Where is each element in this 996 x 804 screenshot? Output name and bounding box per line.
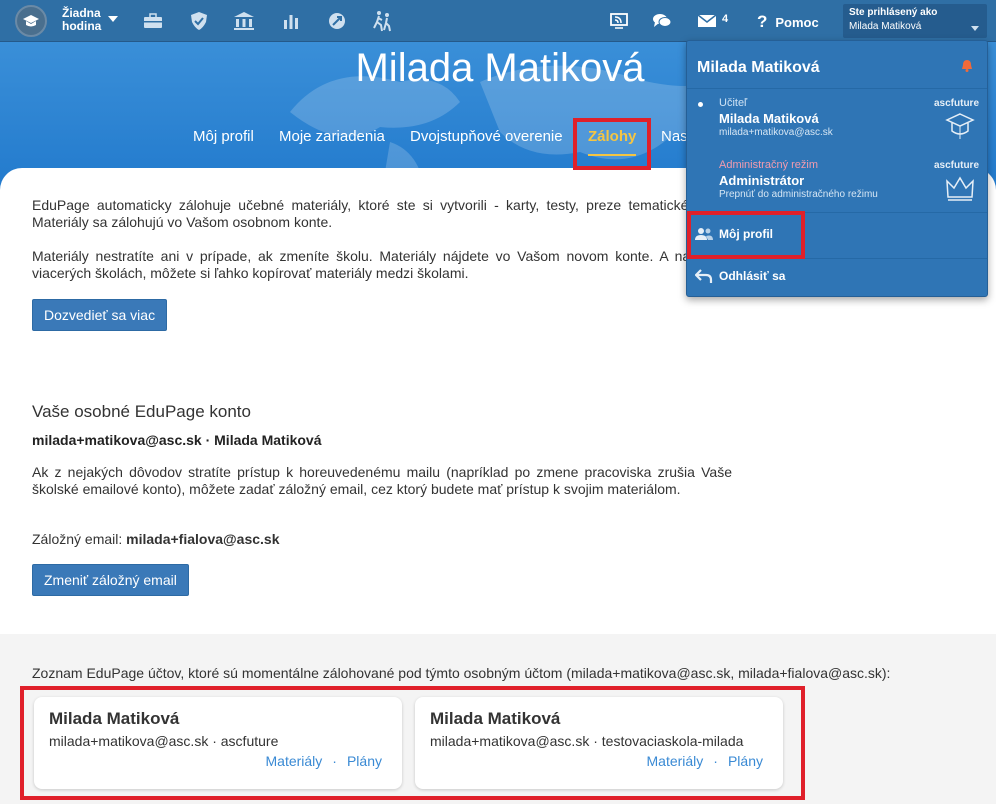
account-card: Milada Matiková milada+matikova@asc.sk ·…: [34, 697, 402, 789]
backup-email-value: milada+fialova@asc.sk: [126, 531, 280, 547]
backup-email-label: Záložný email:: [32, 531, 123, 547]
learn-more-button[interactable]: Dozvedieť sa viac: [32, 299, 168, 331]
role-subtitle: milada+matikova@asc.sk: [719, 127, 833, 138]
logout-label: Odhlásiť sa: [719, 269, 786, 283]
role-name: Milada Matiková: [719, 111, 819, 126]
role-label: Administračný režim: [719, 159, 819, 171]
link-separator: ·: [713, 753, 718, 769]
account-card-links: Materiály · Plány: [266, 753, 383, 769]
help-label: Pomoc: [775, 14, 819, 30]
personal-account-line: milada+matikova@asc.sk · Milada Matiková: [32, 432, 322, 448]
account-card-subtitle: milada+matikova@asc.sk · ascfuture: [49, 733, 279, 749]
user-menu-name: Milada Matiková: [849, 21, 922, 32]
tab-backups[interactable]: Zálohy: [588, 128, 636, 145]
shield-icon[interactable]: [188, 10, 210, 32]
tab-settings[interactable]: Nas: [661, 128, 688, 145]
help-button[interactable]: ? Pomoc: [757, 12, 819, 32]
plans-link[interactable]: Plány: [728, 753, 763, 769]
backup-intro-text: EduPage automaticky zálohuje učebné mate…: [32, 197, 732, 230]
graduation-cap-icon: [945, 111, 975, 146]
change-backup-email-button[interactable]: Zmeniť záložný email: [32, 564, 189, 596]
user-menu-button[interactable]: Ste prihlásený ako Milada Matiková: [843, 4, 987, 38]
crown-icon: [945, 175, 975, 208]
role-school: ascfuture: [933, 98, 979, 109]
lesson-selector[interactable]: Žiadna hodina: [62, 7, 101, 33]
materials-link[interactable]: Materiály: [266, 753, 323, 769]
bank-icon[interactable]: [233, 10, 255, 32]
account-card-subtitle: milada+matikova@asc.sk · testovaciaskola…: [430, 733, 744, 749]
dropdown-header: Milada Matiková: [697, 59, 820, 76]
chat-icon[interactable]: [651, 10, 673, 32]
mail-count-badge: 4: [722, 13, 729, 25]
accounts-list-title: Zoznam EduPage účtov, ktoré sú momentáln…: [32, 665, 891, 681]
user-dropdown-menu: Milada Matiková Učiteľ Milada Matiková m…: [686, 40, 988, 297]
chart-icon[interactable]: [280, 10, 302, 32]
active-tab-underline: [588, 154, 636, 156]
running-icon[interactable]: [371, 10, 393, 32]
backup-email-explanation: Ak z nejakých dôvodov stratíte prístup k…: [32, 464, 732, 497]
role-subtitle: Prepnúť do administračného režimu: [719, 189, 878, 200]
account-card-name: Milada Matiková: [430, 709, 561, 728]
tab-my-devices[interactable]: Moje zariadenia: [279, 128, 385, 145]
cast-icon[interactable]: [608, 10, 630, 32]
link-separator: ·: [332, 753, 337, 769]
briefcase-icon[interactable]: [142, 10, 164, 32]
backup-school-text: Materiály nestratíte ani v prípade, ak z…: [32, 248, 732, 281]
top-bar: Žiadna hodina 4 ? Pomoc Ste prihlásený a…: [0, 0, 996, 42]
tab-two-factor[interactable]: Dvojstupňové overenie: [410, 128, 563, 145]
account-card: Milada Matiková milada+matikova@asc.sk ·…: [415, 697, 783, 789]
backup-email-line: Záložný email: milada+fialova@asc.sk: [32, 531, 280, 547]
account-card-name: Milada Matiková: [49, 709, 180, 728]
dropdown-divider: [687, 88, 987, 89]
help-icon: ?: [757, 12, 768, 31]
my-profile-label: Môj profil: [719, 227, 773, 241]
role-school: ascfuture: [933, 160, 979, 171]
lesson-selector-line2: hodina: [62, 19, 102, 33]
user-menu-label: Ste prihlásený ako: [849, 7, 938, 18]
section-title: Vaše osobné EduPage konto: [32, 402, 251, 421]
role-name: Administrátor: [719, 173, 805, 188]
bell-icon[interactable]: [961, 59, 973, 77]
users-icon: [695, 227, 713, 246]
edupage-logo-icon[interactable]: [15, 5, 47, 37]
logout-arrow-icon: [694, 268, 713, 289]
account-card-links: Materiály · Plány: [647, 753, 764, 769]
chevron-down-icon[interactable]: [108, 16, 118, 22]
rocket-icon[interactable]: [326, 10, 348, 32]
chevron-down-icon: [971, 26, 979, 31]
dropdown-divider: [687, 258, 987, 259]
tab-my-profile[interactable]: Môj profil: [193, 128, 254, 145]
role-label: Učiteľ: [719, 97, 748, 109]
materials-link[interactable]: Materiály: [647, 753, 704, 769]
dropdown-divider: [687, 212, 987, 213]
active-role-dot-icon: [698, 102, 703, 107]
mail-icon[interactable]: [696, 10, 718, 32]
plans-link[interactable]: Plány: [347, 753, 382, 769]
